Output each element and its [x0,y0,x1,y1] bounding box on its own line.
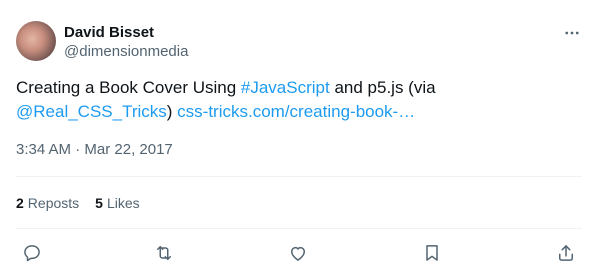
divider [16,228,582,229]
author-handle[interactable]: @dimensionmedia [64,42,188,62]
share-icon[interactable] [554,241,578,265]
tweet-date[interactable]: Mar 22, 2017 [84,141,172,158]
divider [16,176,582,177]
tweet-meta: 3:34 AM · Mar 22, 2017 [16,140,173,160]
author-name[interactable]: David Bisset [64,23,154,43]
likes-stat[interactable]: 5 Likes [95,193,139,213]
likes-count: 5 [95,195,103,211]
reposts-label: Reposts [27,195,80,211]
tweet-text-after: ) [166,102,178,121]
meta-separator: · [71,141,85,158]
bookmark-icon[interactable] [420,241,444,265]
mention-link[interactable]: @Real_CSS_Tricks [16,102,167,121]
reply-icon[interactable] [20,241,44,265]
reposts-stat[interactable]: 2 Reposts [16,193,79,213]
repost-icon[interactable] [152,241,176,265]
avatar[interactable] [16,21,56,61]
tweet-stats: 2 Reposts 5 Likes [16,193,140,213]
tweet-card: David Bisset @dimensionmedia Creating a … [0,0,598,267]
tweet-time[interactable]: 3:34 AM [16,141,71,158]
reposts-count: 2 [16,195,24,211]
tweet-text-middle: and p5.js (via [329,78,436,97]
tweet-text-before: Creating a Book Cover Using [16,78,241,97]
likes-label: Likes [106,195,140,211]
like-icon[interactable] [286,241,310,265]
tweet-text: Creating a Book Cover Using #JavaScript … [16,76,576,124]
url-link[interactable]: css-tricks.com/creating-book-… [177,102,415,121]
more-icon[interactable] [561,22,583,44]
hashtag-link[interactable]: #JavaScript [241,78,330,97]
